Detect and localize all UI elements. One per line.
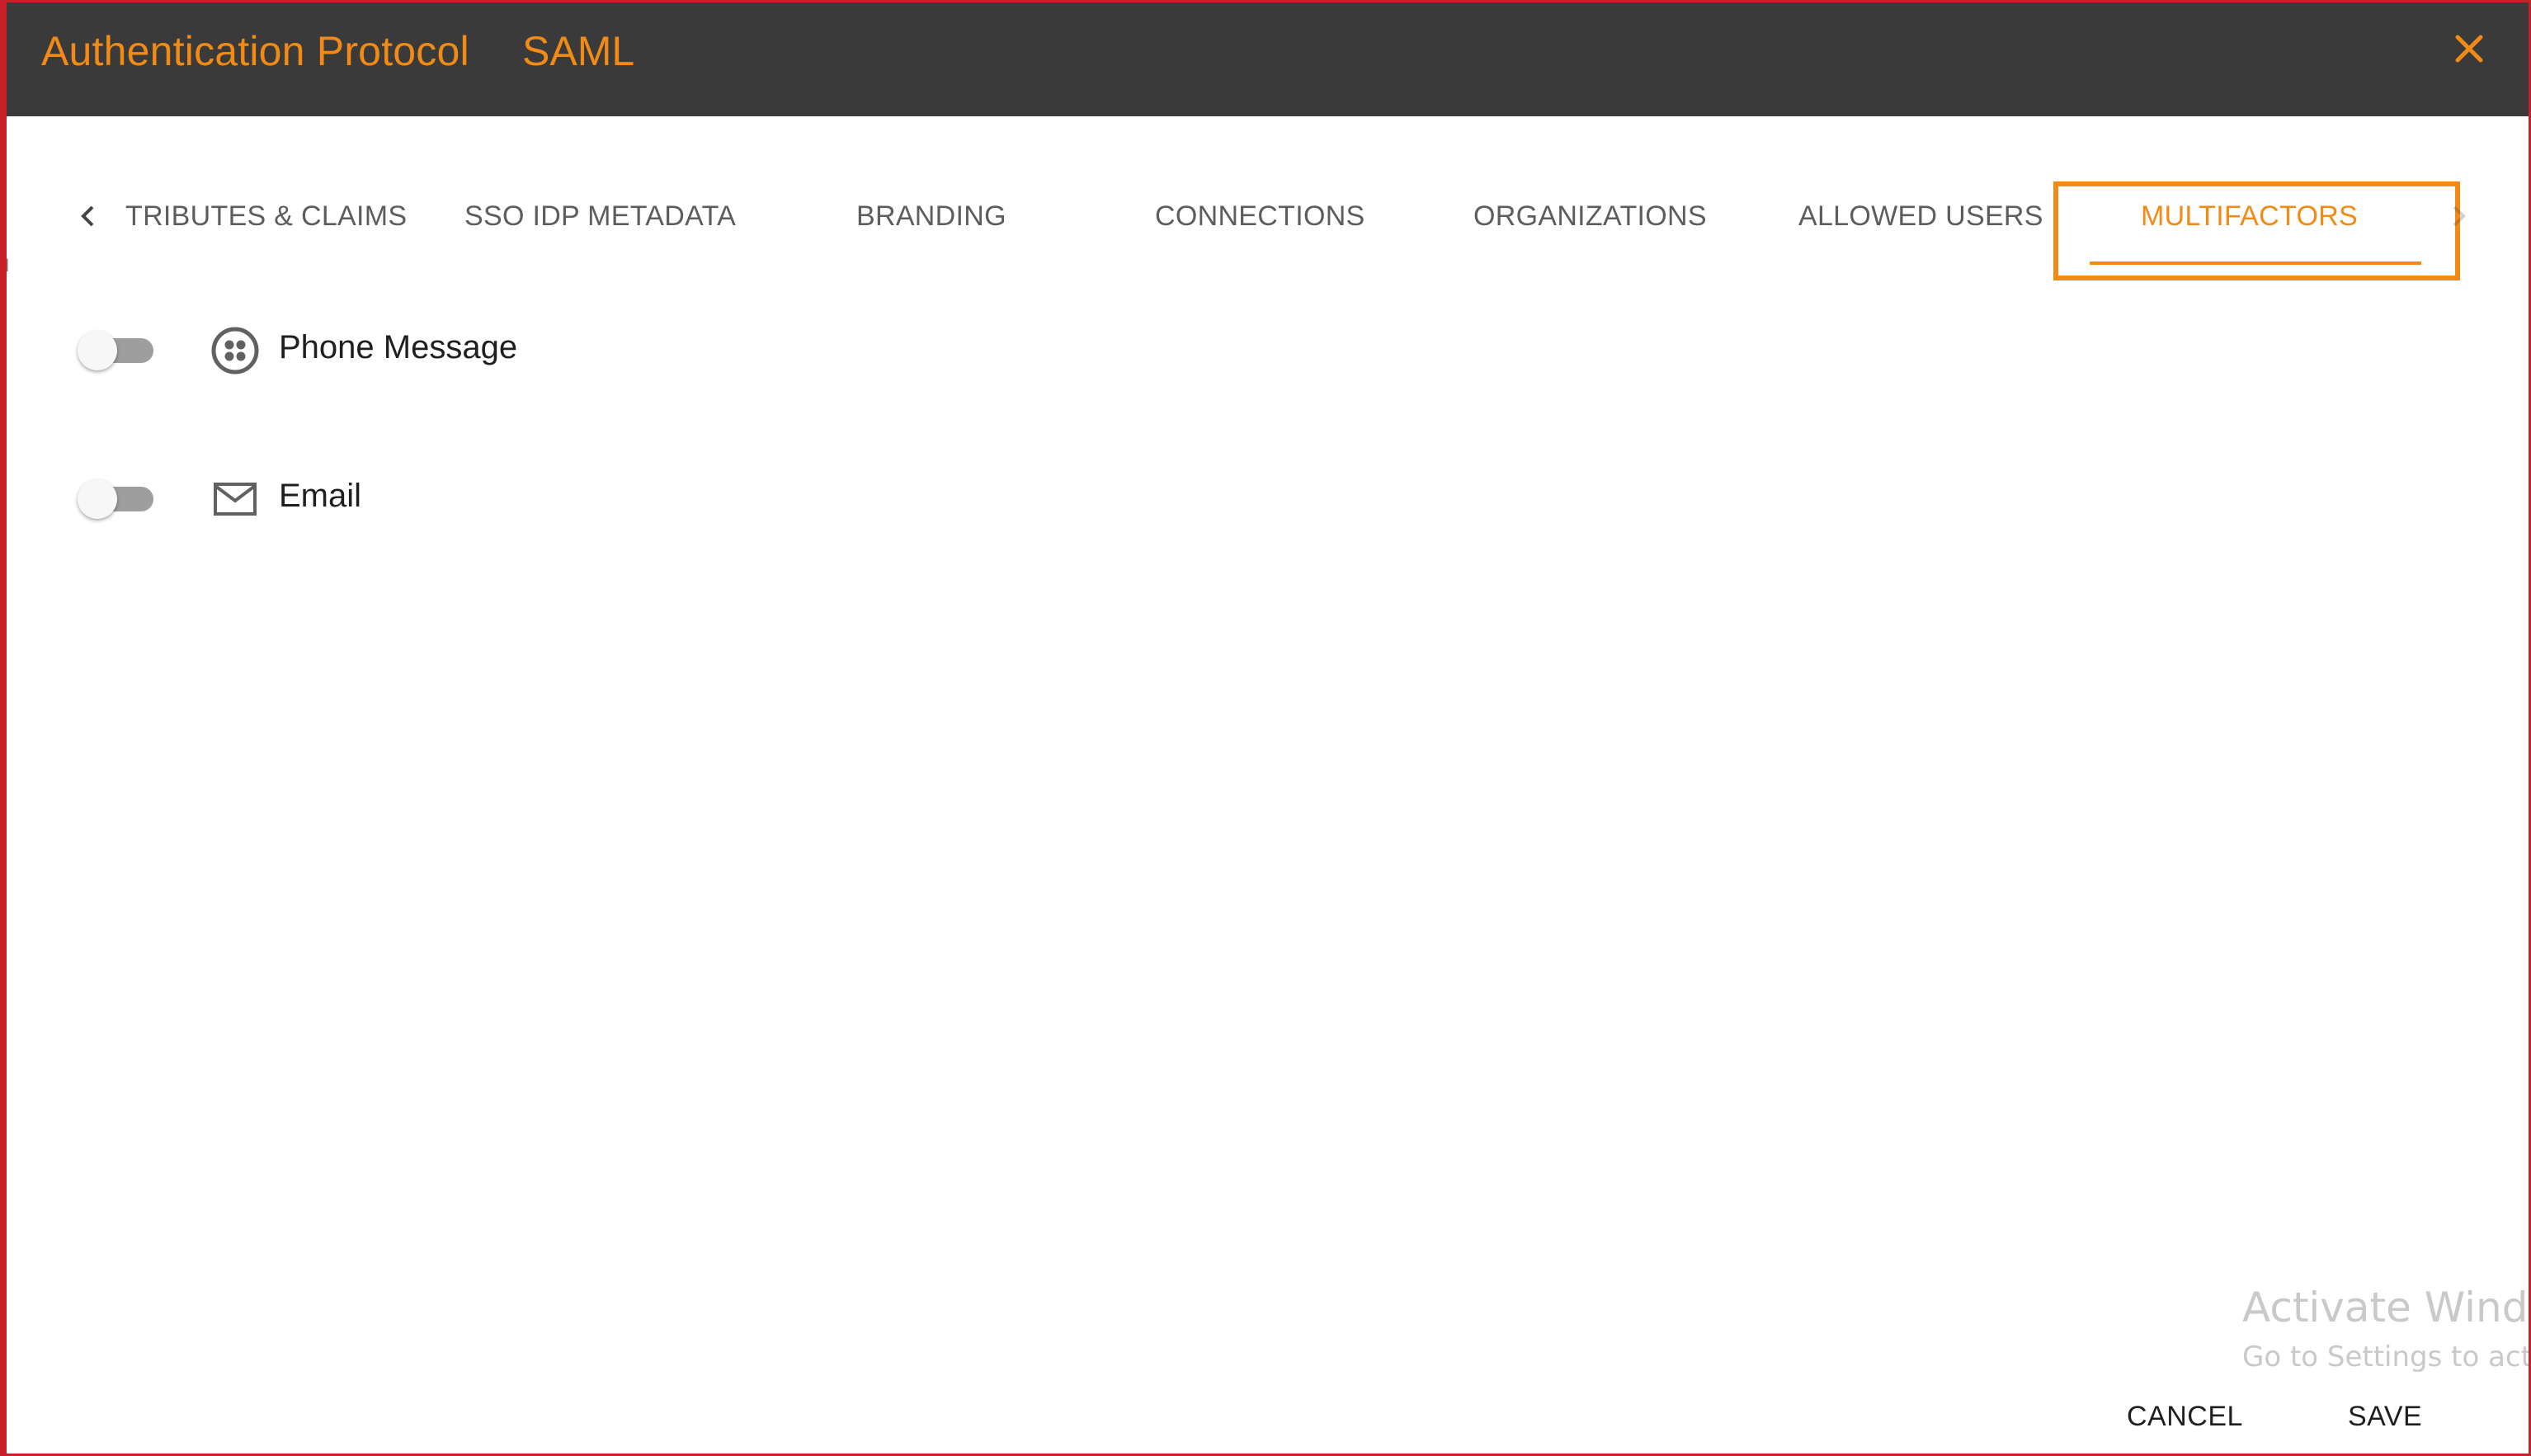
toggle-thumb bbox=[78, 479, 117, 519]
chevron-left-icon bbox=[81, 205, 94, 227]
cancel-button[interactable]: CANCEL bbox=[2127, 1401, 2243, 1433]
phone-message-label: Phone Message bbox=[279, 329, 518, 365]
save-button[interactable]: SAVE bbox=[2348, 1401, 2422, 1433]
phone-message-toggle[interactable] bbox=[78, 331, 155, 370]
tab-organizations[interactable]: ORGANIZATIONS bbox=[1473, 200, 1707, 233]
activation-watermark-title: Activate Windov bbox=[2242, 1284, 2529, 1331]
close-button[interactable] bbox=[2451, 31, 2487, 67]
toggle-thumb bbox=[78, 331, 117, 370]
tab-attributes-claims[interactable]: TRIBUTES & CLAIMS bbox=[125, 200, 407, 233]
tab-scroll-left-button[interactable] bbox=[74, 202, 102, 230]
mfa-option-phone: Phone Message bbox=[7, 314, 832, 380]
activation-watermark-subtitle: Go to Settings to acti bbox=[2242, 1341, 2531, 1374]
chevron-right-icon bbox=[2453, 205, 2466, 227]
dialog: Authentication Protocol SAML ı TRIBUTES … bbox=[0, 0, 2531, 1456]
highlight-annotation bbox=[2053, 181, 2460, 280]
mfa-option-email: Email bbox=[7, 463, 832, 529]
email-label: Email bbox=[279, 478, 362, 514]
email-toggle[interactable] bbox=[78, 479, 155, 519]
twilio-icon bbox=[210, 326, 260, 375]
tab-bar: TRIBUTES & CLAIMS SSO IDP METADATA BRAND… bbox=[7, 159, 2529, 280]
dialog-header: Authentication Protocol SAML bbox=[7, 2, 2529, 116]
close-icon bbox=[2455, 35, 2483, 63]
mail-icon bbox=[210, 474, 260, 524]
tab-scroll-right-button[interactable] bbox=[2444, 202, 2472, 230]
tab-allowed-users[interactable]: ALLOWED USERS bbox=[1798, 200, 2043, 233]
protocol-name: SAML bbox=[522, 28, 635, 74]
tab-sso-idp-metadata[interactable]: SSO IDP METADATA bbox=[464, 200, 736, 233]
dialog-title: Authentication Protocol bbox=[41, 28, 469, 74]
tab-connections[interactable]: CONNECTIONS bbox=[1155, 200, 1365, 233]
tab-branding[interactable]: BRANDING bbox=[856, 200, 1006, 233]
